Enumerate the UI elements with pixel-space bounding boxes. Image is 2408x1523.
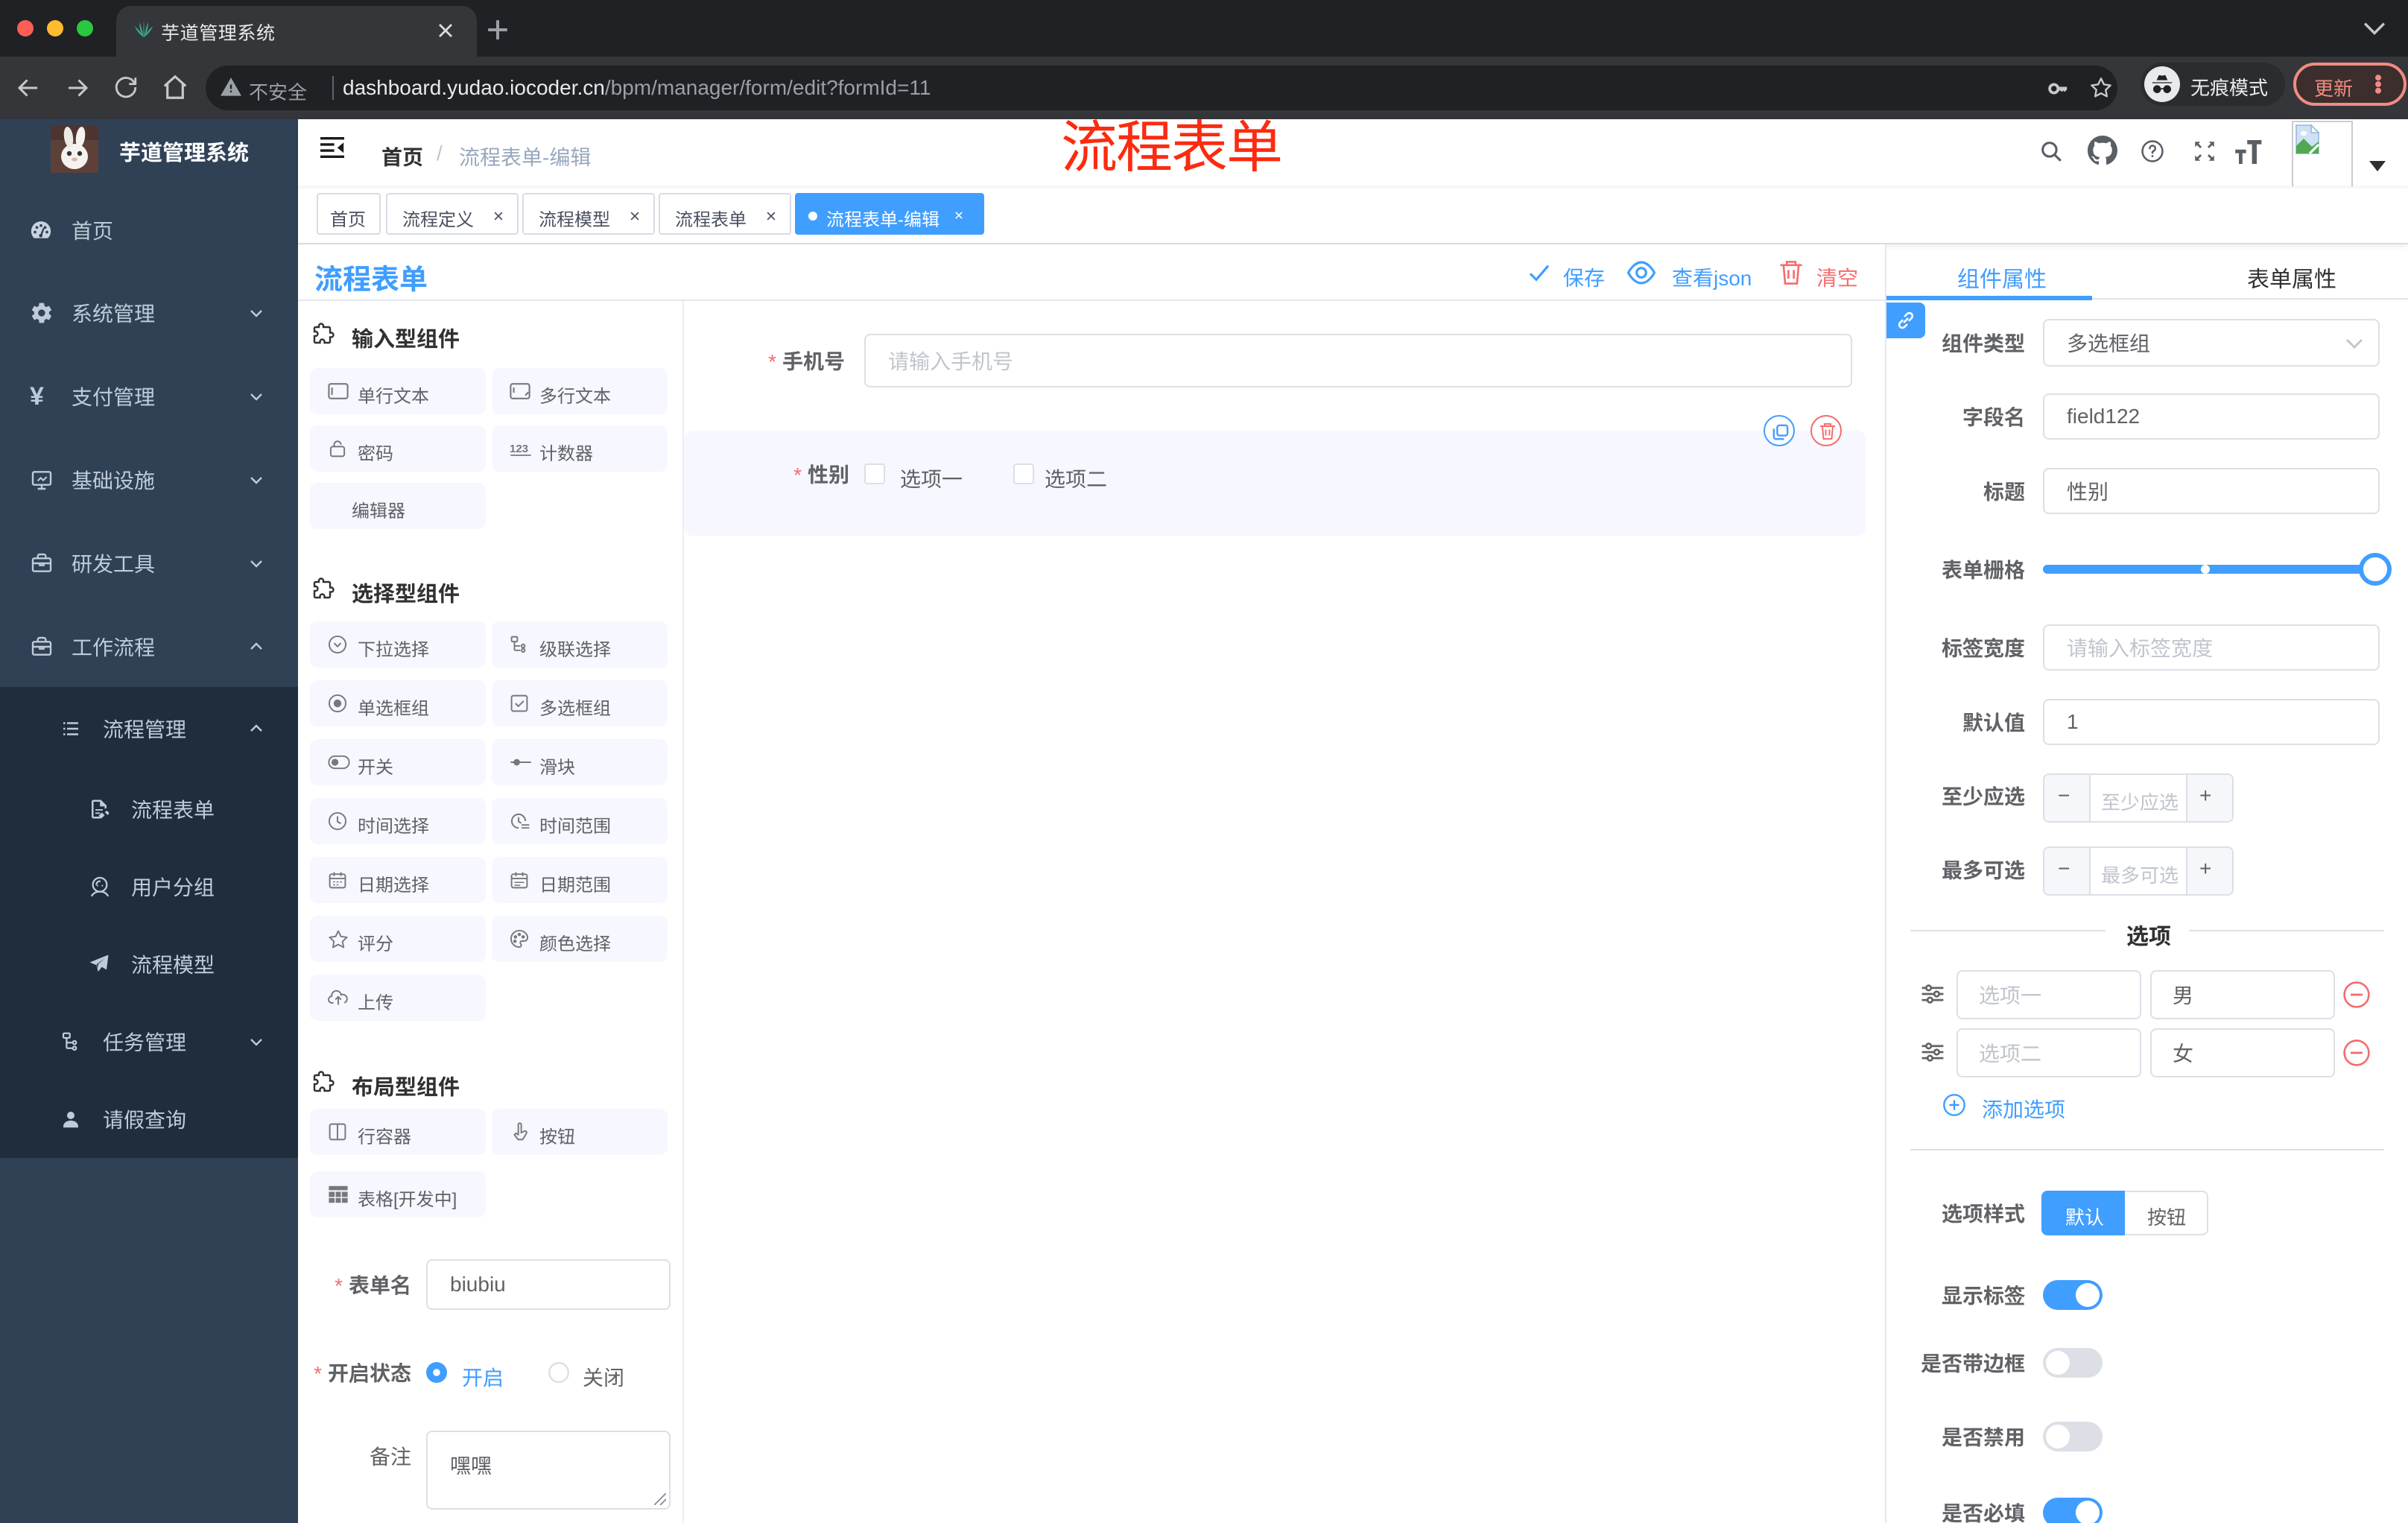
svg-text:123: 123 — [510, 443, 528, 455]
